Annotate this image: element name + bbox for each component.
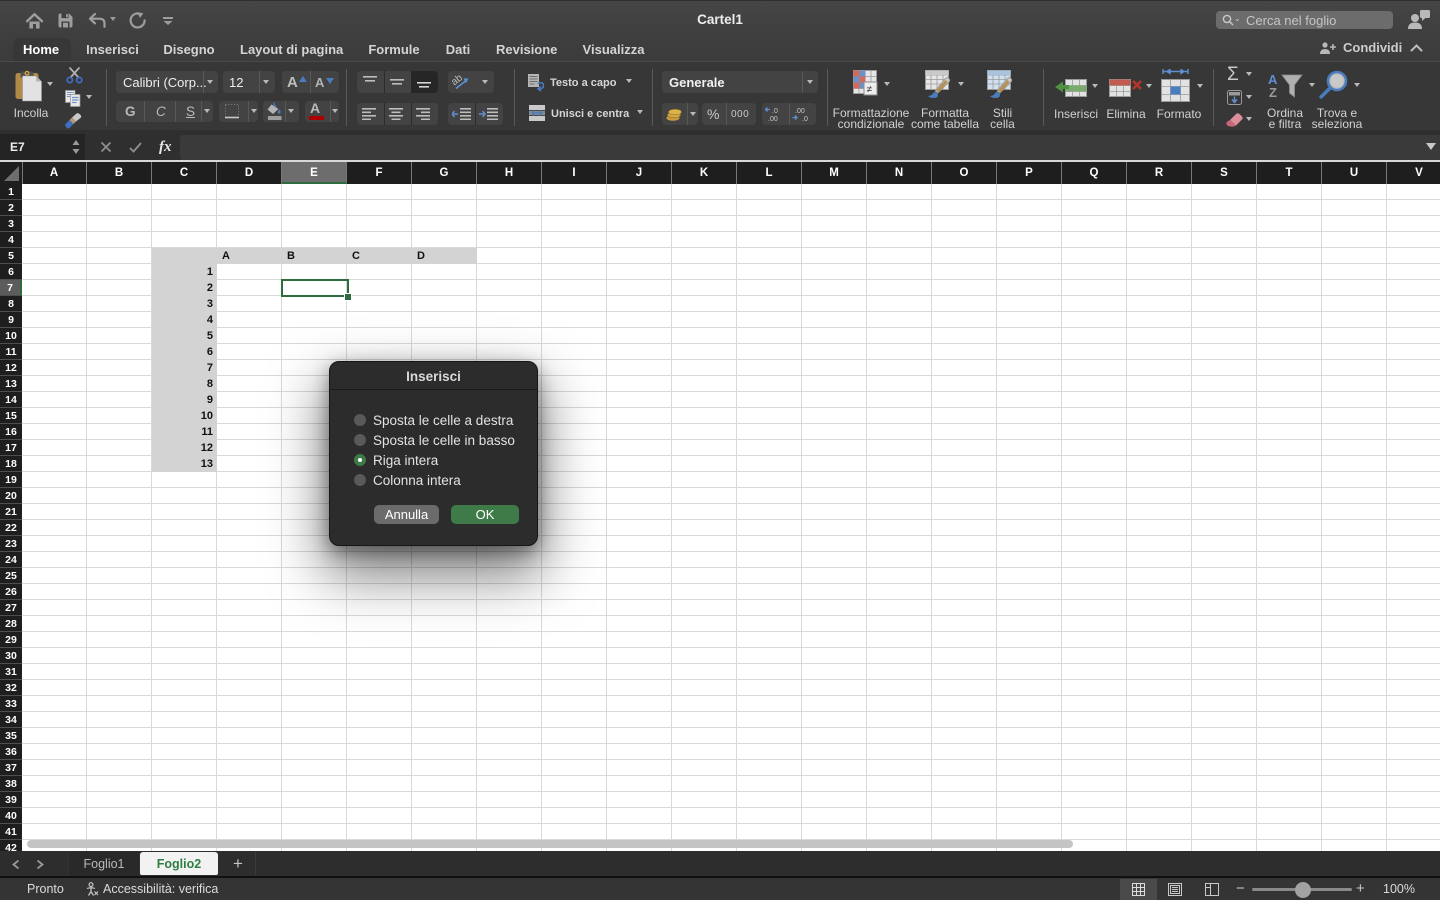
svg-text:Z: Z (1269, 85, 1277, 100)
svg-text:.00: .00 (768, 116, 778, 122)
svg-text:.0: .0 (772, 108, 778, 115)
svg-text:.00: .00 (795, 108, 805, 115)
svg-text:.0: .0 (802, 116, 808, 122)
svg-text:≠: ≠ (867, 85, 873, 96)
